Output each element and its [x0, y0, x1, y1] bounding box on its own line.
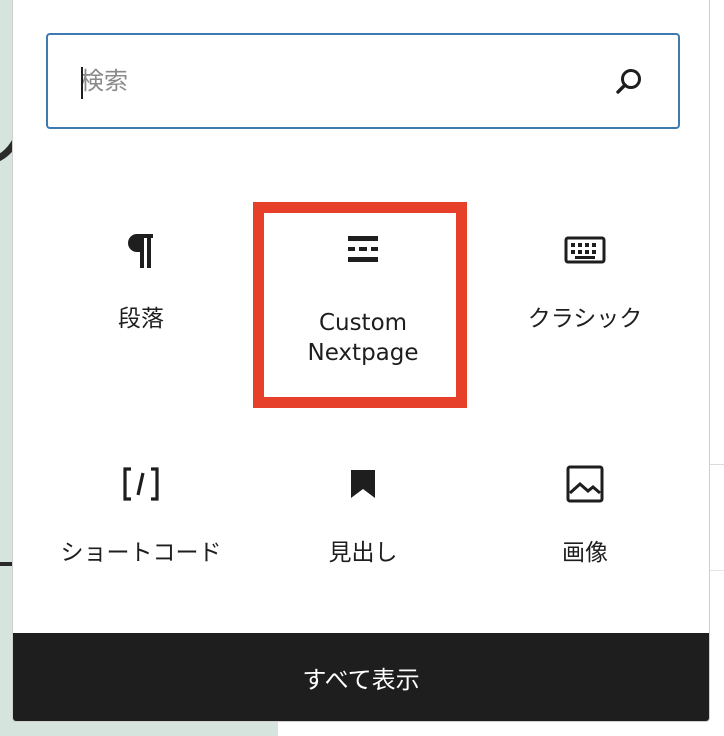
background-divider [710, 570, 724, 571]
block-heading[interactable]: 見出し [257, 432, 469, 632]
block-paragraph[interactable]: 段落 [35, 198, 247, 398]
text-caret [81, 67, 83, 99]
block-label: Custom Nextpage [307, 310, 419, 366]
block-custom-nextpage[interactable]: Custom Nextpage [257, 198, 469, 398]
block-label: 画像 [562, 540, 608, 566]
bookmark-icon [257, 460, 469, 508]
block-label: クラシック [527, 306, 643, 332]
block-label: 見出し [328, 540, 398, 566]
page-break-icon [257, 226, 469, 274]
keyboard-icon [479, 226, 691, 274]
image-icon [479, 460, 691, 508]
block-image[interactable]: 画像 [479, 432, 691, 632]
search-input[interactable] [80, 35, 600, 127]
search-box[interactable] [46, 33, 680, 129]
block-shortcode[interactable]: ショートコード [35, 432, 247, 632]
block-inserter-popover: 段落 Custom Nextpage [12, 0, 710, 722]
browse-all-button[interactable]: すべて表示 [13, 633, 709, 721]
search-icon[interactable] [614, 67, 644, 97]
block-classic[interactable]: クラシック [479, 198, 691, 398]
background-divider [710, 464, 724, 465]
paragraph-icon [35, 226, 247, 274]
block-label: 段落 [118, 306, 164, 332]
block-label: ショートコード [60, 540, 222, 566]
shortcode-icon [35, 460, 247, 508]
